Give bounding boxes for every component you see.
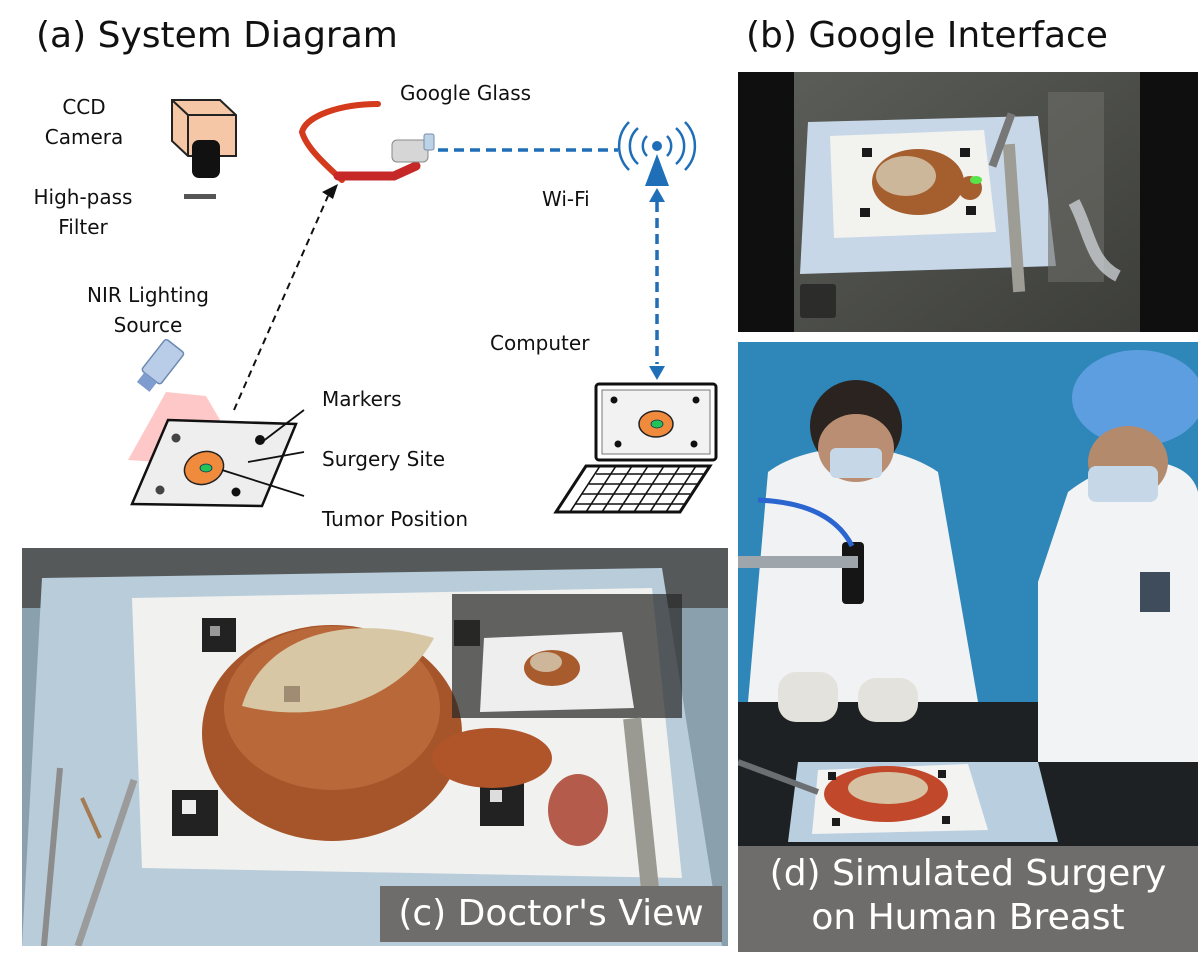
panel-d-caption-line2: on Human Breast	[811, 897, 1125, 938]
panel-b-title: (b) Google Interface	[746, 15, 1108, 56]
marker-dot	[231, 487, 241, 497]
google-interface-photo	[738, 72, 1198, 332]
filter-icon	[184, 194, 216, 199]
marker-dot	[171, 433, 181, 443]
panel-d-caption-line1: (d) Simulated Surgery	[769, 853, 1167, 894]
ccd-camera-icon	[171, 99, 237, 178]
computer-icon	[553, 382, 718, 514]
panel-c-caption: (c) Doctor's View	[380, 886, 722, 942]
system-diagram	[128, 99, 718, 514]
panel-d-caption: (d) Simulated Surgery on Human Breast	[738, 846, 1198, 952]
wifi-antenna-icon	[617, 121, 697, 186]
tumor-core	[199, 463, 213, 473]
google-glass-icon	[298, 101, 435, 183]
marker-dot	[155, 485, 165, 495]
